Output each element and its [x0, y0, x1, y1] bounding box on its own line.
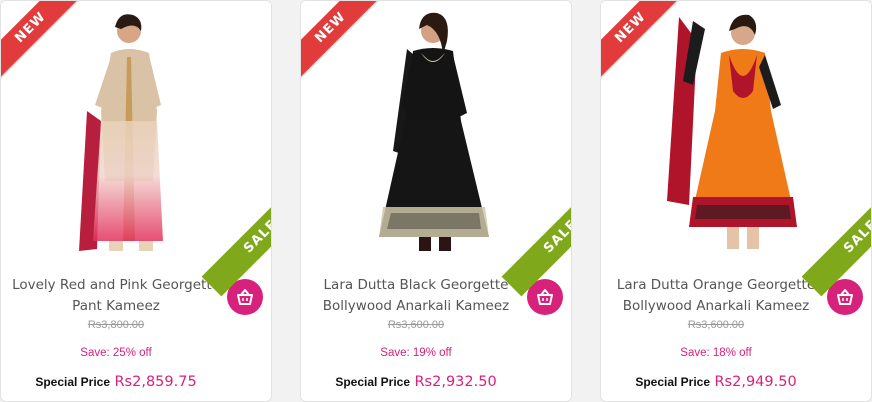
- model-illustration: [601, 1, 871, 263]
- product-name-line-1[interactable]: Lara Dutta Orange Georgette: [611, 275, 821, 296]
- basket-icon: [837, 289, 853, 305]
- special-price-row: Special Price Rs2,949.50: [601, 373, 831, 391]
- product-name-line-2[interactable]: Pant Kameez: [11, 296, 221, 317]
- product-grid: NEW SALE Lovely Red and Pink Georgette P…: [0, 0, 872, 402]
- discount-text: Save: 18% off: [680, 347, 752, 359]
- basket-icon: [237, 289, 253, 305]
- product-card[interactable]: NEW SALE Lovely Red and Pink Georgette P…: [0, 0, 272, 402]
- special-price-label: Special Price: [335, 375, 411, 389]
- product-name-line-2[interactable]: Bollywood Anarkali Kameez: [611, 296, 821, 317]
- product-image[interactable]: [301, 1, 571, 263]
- product-name-line-1[interactable]: Lovely Red and Pink Georgette: [11, 275, 221, 296]
- model-illustration: [1, 1, 271, 263]
- discount-text: Save: 19% off: [380, 347, 452, 359]
- product-card[interactable]: NEW SALE Lara Dutta Orange Georgette Bol…: [600, 0, 872, 402]
- special-price-value: Rs2,859.75: [114, 374, 197, 390]
- product-name[interactable]: Lovely Red and Pink Georgette Pant Kamee…: [11, 275, 221, 317]
- old-price: Rs3,600.00: [687, 319, 745, 331]
- basket-icon: [537, 289, 553, 305]
- discount-text: Save: 25% off: [80, 347, 152, 359]
- model-illustration: [301, 1, 571, 263]
- product-image[interactable]: [601, 1, 871, 263]
- product-name[interactable]: Lara Dutta Black Georgette Bollywood Ana…: [311, 275, 521, 317]
- special-price-label: Special Price: [35, 375, 111, 389]
- product-name[interactable]: Lara Dutta Orange Georgette Bollywood An…: [611, 275, 821, 317]
- special-price-row: Special Price Rs2,932.50: [301, 373, 531, 391]
- special-price-row: Special Price Rs2,859.75: [1, 373, 231, 391]
- old-price: Rs3,800.00: [87, 319, 145, 331]
- product-name-line-1[interactable]: Lara Dutta Black Georgette: [311, 275, 521, 296]
- special-price-value: Rs2,932.50: [414, 374, 497, 390]
- old-price: Rs3,600.00: [387, 319, 445, 331]
- special-price-label: Special Price: [635, 375, 711, 389]
- product-card[interactable]: NEW SALE Lara Dutta Black Georgette Boll…: [300, 0, 572, 402]
- special-price-value: Rs2,949.50: [714, 374, 797, 390]
- product-name-line-2[interactable]: Bollywood Anarkali Kameez: [311, 296, 521, 317]
- product-image[interactable]: [1, 1, 271, 263]
